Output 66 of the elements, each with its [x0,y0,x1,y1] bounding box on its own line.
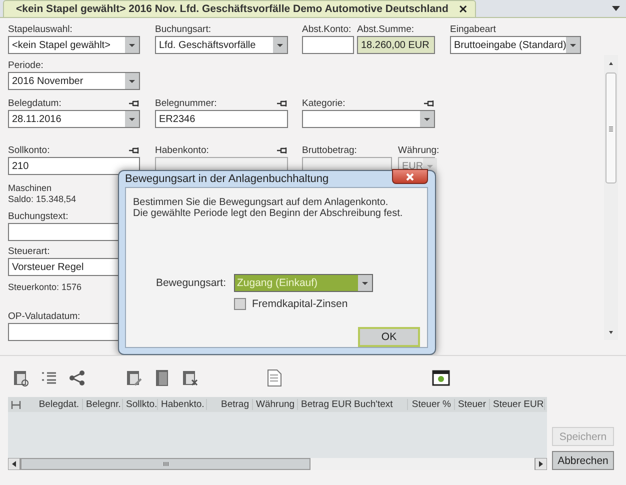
field-label: Periode: [8,60,44,71]
column-header[interactable]: Sollkto. [123,399,158,410]
document-icon[interactable] [265,369,283,387]
column-resize-icon[interactable] [11,400,21,410]
dropdown-field[interactable]: Bruttoeingabe (Standard) [450,36,581,54]
dropdown-field[interactable]: <kein Stapel gewählt> [8,36,140,54]
column-header[interactable]: Betrag [207,399,253,410]
column-header[interactable]: Steuer % [408,399,455,410]
dropdown-field[interactable] [302,110,435,128]
column-header[interactable]: Steuer [455,399,490,410]
dialog-title: Bewegungsart in der Anlagenbuchhaltung [125,173,329,185]
field-label: Bewegungsart: [154,277,226,289]
column-header[interactable]: Steuer EUR [490,399,545,410]
pin-icon[interactable] [129,100,140,107]
info-text: Steuerkonto: 1576 [8,282,82,293]
field-label: Buchungsart: [155,24,211,35]
share-icon[interactable] [68,369,86,387]
dialog-message: Die gewählte Periode legt den Beginn der Abschreibung fest. [133,208,403,219]
field-label: Belegdatum: [8,98,62,109]
close-icon [406,172,414,180]
input-field[interactable]: ER2346 [155,110,288,128]
checkbox[interactable] [234,298,246,310]
checkbox-label: Fremdkapital-Zinsen [252,298,348,310]
field-label: Buchungstext: [8,211,68,222]
window-icon[interactable] [432,369,450,387]
column-header[interactable]: Betrag EUR [298,399,351,410]
dialog-message: Bestimmen Sie die Bewegungsart auf dem Anlagenkonto. [133,197,388,208]
column-header[interactable]: Belegnr. [83,399,123,410]
column-header[interactable]: Buch'text [351,399,408,410]
book-icon[interactable] [153,369,171,387]
document-tab[interactable]: <kein Stapel gewählt> 2016 Nov. Lfd. Geschäftsvorfälle Demo Automotive Deutschland ✕ [3,0,476,17]
close-button[interactable] [392,169,428,184]
caret-icon[interactable] [612,6,620,12]
book-edit-icon[interactable] [125,369,143,387]
book-search-icon[interactable] [12,369,30,387]
field-label: Eingabeart [450,24,496,35]
info-text: Saldo: 15.348,54 [8,194,76,205]
dropdown-field[interactable]: Lfd. Geschäftsvorfälle [155,36,288,54]
dropdown-field[interactable]: 2016 November [8,72,140,90]
ok-button[interactable]: OK [358,327,420,347]
field-label: Kategorie: [302,98,346,109]
dropdown-field[interactable]: 28.11.2016 [8,110,140,128]
field-label: OP-Valutadatum: [8,311,80,322]
field-label: Sollkonto: [8,145,50,156]
pin-icon[interactable] [129,147,140,154]
close-tab-button[interactable]: ✕ [458,2,468,16]
pin-icon[interactable] [424,100,435,107]
column-header[interactable]: Währung [253,399,298,410]
pin-icon[interactable] [277,100,288,107]
info-text: Maschinen [8,183,52,194]
column-header[interactable]: Belegdat. [27,399,83,410]
field-label: Abst.Konto: [302,24,352,35]
column-header[interactable]: Habenkto. [158,399,207,410]
field-label: Bruttobetrag: [302,145,357,156]
action-button[interactable]: Abbrechen [552,451,614,470]
field-label: Abst.Summe: [357,24,414,35]
field-label: Stapelauswahl: [8,24,72,35]
input-field[interactable]: 210 [8,157,140,175]
field-label: Währung: [398,145,440,156]
input-field[interactable] [302,36,354,54]
field-label: Steuerart: [8,246,50,257]
input-field[interactable]: 18.260,00 EUR [357,36,435,54]
field-label: Belegnummer: [155,98,217,109]
field-label: Habenkonto: [155,145,209,156]
horizontal-scrollbar[interactable] [8,458,547,470]
book-delete-icon[interactable] [181,369,199,387]
